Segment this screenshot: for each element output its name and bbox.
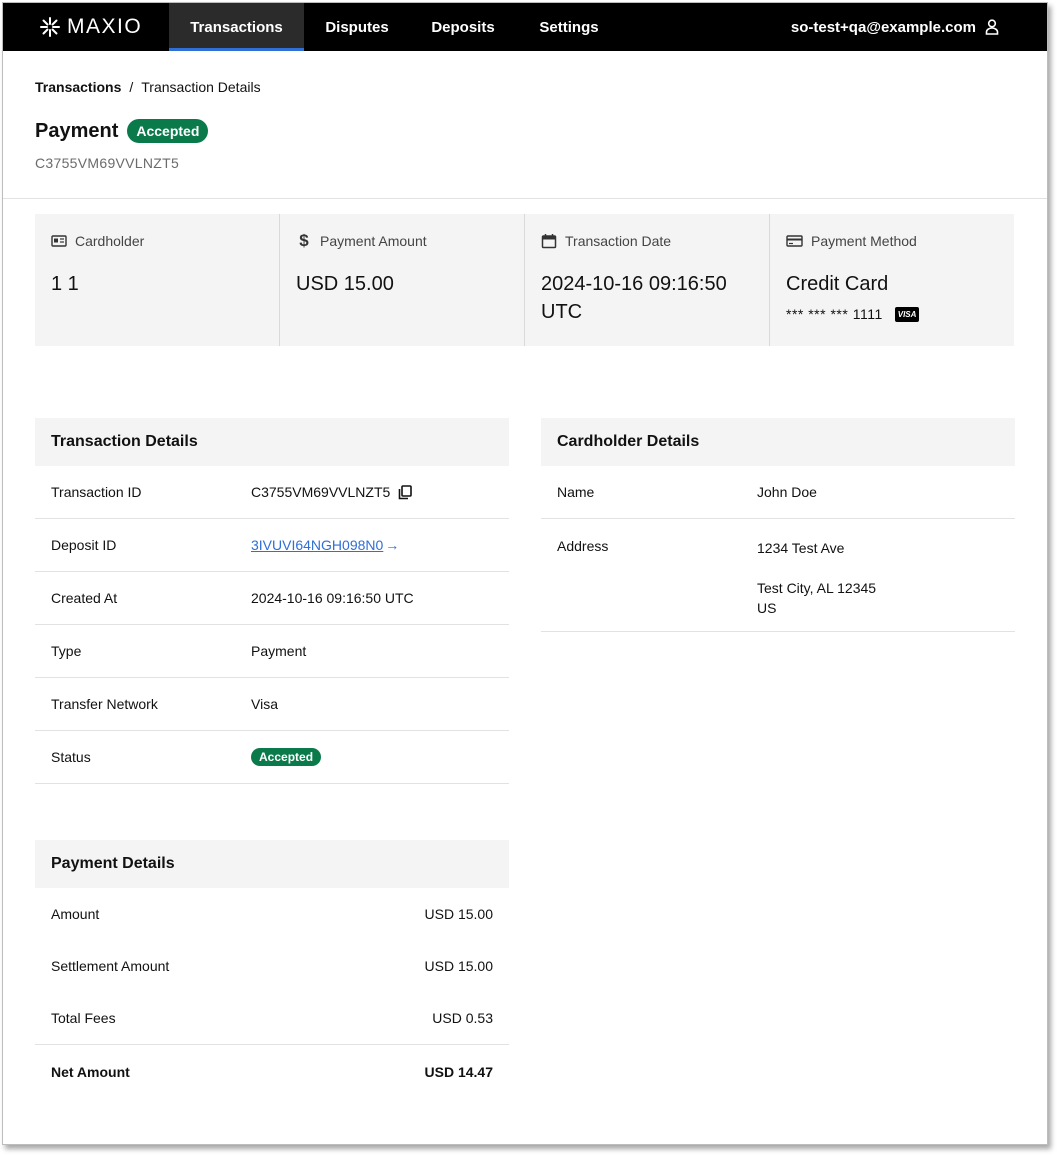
breadcrumb-separator: / [129, 79, 134, 95]
credit-card-icon [786, 235, 803, 247]
page-subtitle-transaction-id: C3755VM69VVLNZT5 [35, 155, 180, 171]
user-menu[interactable]: so-test+qa@example.com [791, 3, 999, 51]
tab-label: Disputes [325, 18, 389, 36]
summary-transaction-date: Transaction Date 2024-10-16 09:16:50 UTC [525, 214, 770, 346]
panel-title: Payment Details [35, 840, 509, 888]
summary-payment-amount: $ Payment Amount USD 15.00 [280, 214, 525, 346]
payment-row-total-fees: Total Fees USD 0.53 [35, 992, 509, 1044]
calendar-icon [541, 234, 557, 249]
page-header: Payment Accepted [35, 119, 209, 143]
payment-value: USD 15.00 [424, 958, 493, 974]
divider [3, 198, 1047, 199]
summary-strip: Cardholder 1 1 $ Payment Amount USD 15.0… [35, 214, 1014, 346]
breadcrumb-transactions[interactable]: Transactions [35, 79, 121, 95]
user-icon [985, 19, 999, 35]
tab-deposits[interactable]: Deposits [421, 3, 505, 51]
detail-label: Type [51, 643, 82, 659]
maxio-star-icon [40, 17, 60, 37]
masked-card-digits: *** *** *** 1111 [786, 306, 883, 322]
detail-label: Deposit ID [51, 537, 117, 553]
summary-amount-value: USD 15.00 [296, 273, 394, 295]
cardholder-address: 1234 Test Ave Test City, AL 12345 US [757, 538, 876, 618]
copy-icon[interactable] [398, 484, 413, 500]
id-card-icon [51, 235, 67, 247]
summary-cardholder: Cardholder 1 1 [35, 214, 280, 346]
tab-label: Settings [539, 18, 599, 36]
detail-label: Transaction ID [51, 484, 142, 500]
panel-title: Cardholder Details [541, 418, 1015, 466]
cardholder-row-name: Name John Doe [541, 466, 1015, 519]
payment-row-amount: Amount USD 15.00 [35, 888, 509, 940]
detail-label: Created At [51, 590, 118, 606]
breadcrumb: Transactions / Transaction Details [35, 79, 261, 95]
cardholder-details-panel: Cardholder Details Name John Doe Address… [541, 418, 1015, 632]
tab-label: Deposits [431, 18, 495, 36]
masked-card-number: *** *** *** 1111 VISA [786, 306, 998, 322]
deposit-id-link[interactable]: 3IVUVI64NGH098N0 [251, 537, 383, 553]
detail-row-transaction-id: Transaction ID C3755VM69VVLNZT5 [35, 466, 509, 519]
payment-value: USD 15.00 [424, 906, 493, 922]
payment-value: USD 0.53 [432, 1010, 493, 1026]
payment-row-settlement-amount: Settlement Amount USD 15.00 [35, 940, 509, 992]
user-email: so-test+qa@example.com [790, 18, 976, 36]
transaction-details-panel: Transaction Details Transaction ID C3755… [35, 418, 509, 784]
address-country: US [757, 600, 777, 616]
breadcrumb-current: Transaction Details [141, 79, 261, 95]
brand-name: MAXIO [67, 15, 143, 38]
status-badge: Accepted [251, 748, 322, 766]
detail-label: Transfer Network [51, 696, 158, 712]
payment-details-panel: Payment Details Amount USD 15.00 Settlem… [35, 840, 509, 1098]
deposit-id-link-text: 3IVUVI64NGH098N0 [251, 537, 384, 553]
address-city: Test City, AL 12345 [757, 580, 877, 596]
detail-row-type: Type Payment [35, 625, 509, 678]
summary-method-value: Credit Card [786, 273, 889, 295]
panel-title: Transaction Details [35, 418, 509, 466]
payment-label: Net Amount [51, 1063, 130, 1080]
summary-date-value: 2024-10-16 09:16:50 UTC [541, 273, 727, 323]
detail-label: Name [557, 484, 595, 500]
detail-value: 2024-10-16 09:16:50 UTC [251, 590, 414, 606]
payment-row-net-amount: Net Amount USD 14.47 [35, 1044, 509, 1098]
summary-cardholder-value: 1 1 [51, 273, 79, 295]
detail-label: Status [51, 749, 91, 765]
cardholder-name: John Doe [757, 484, 817, 500]
summary-cardholder-label: Cardholder [75, 233, 145, 249]
summary-method-label: Payment Method [811, 233, 917, 249]
arrow-right-icon[interactable]: → [385, 537, 399, 553]
payment-value: USD 14.47 [424, 1063, 493, 1080]
cardholder-row-address: Address 1234 Test Ave Test City, AL 1234… [541, 519, 1015, 632]
app-window: MAXIO Transactions Disputes Deposits Set… [2, 2, 1048, 1145]
tab-disputes[interactable]: Disputes [313, 3, 401, 51]
detail-row-created-at: Created At 2024-10-16 09:16:50 UTC [35, 572, 509, 625]
summary-amount-label: Payment Amount [320, 233, 427, 249]
detail-row-transfer-network: Transfer Network Visa [35, 678, 509, 731]
payment-label: Settlement Amount [51, 958, 170, 974]
payment-label: Total Fees [51, 1010, 116, 1026]
brand-logo[interactable]: MAXIO [39, 3, 142, 51]
detail-value: Payment [251, 643, 307, 659]
tab-transactions[interactable]: Transactions [169, 3, 304, 51]
summary-payment-method: Payment Method Credit Card *** *** *** 1… [770, 214, 1014, 346]
detail-label: Address [557, 538, 609, 554]
status-badge: Accepted [127, 119, 209, 143]
detail-value: Visa [251, 696, 278, 712]
tab-settings[interactable]: Settings [527, 3, 611, 51]
detail-value: C3755VM69VVLNZT5 [251, 484, 391, 500]
summary-date-label: Transaction Date [565, 233, 672, 249]
top-nav: MAXIO Transactions Disputes Deposits Set… [3, 3, 1047, 51]
visa-icon: VISA [894, 306, 920, 322]
address-line1: 1234 Test Ave [757, 540, 845, 556]
detail-row-deposit-id: Deposit ID 3IVUVI64NGH098N0 → [35, 519, 509, 572]
payment-label: Amount [51, 906, 100, 922]
dollar-icon: $ [299, 231, 309, 250]
page-title: Payment [35, 119, 119, 142]
detail-row-status: Status Accepted [35, 731, 509, 784]
tab-label: Transactions [190, 18, 283, 36]
